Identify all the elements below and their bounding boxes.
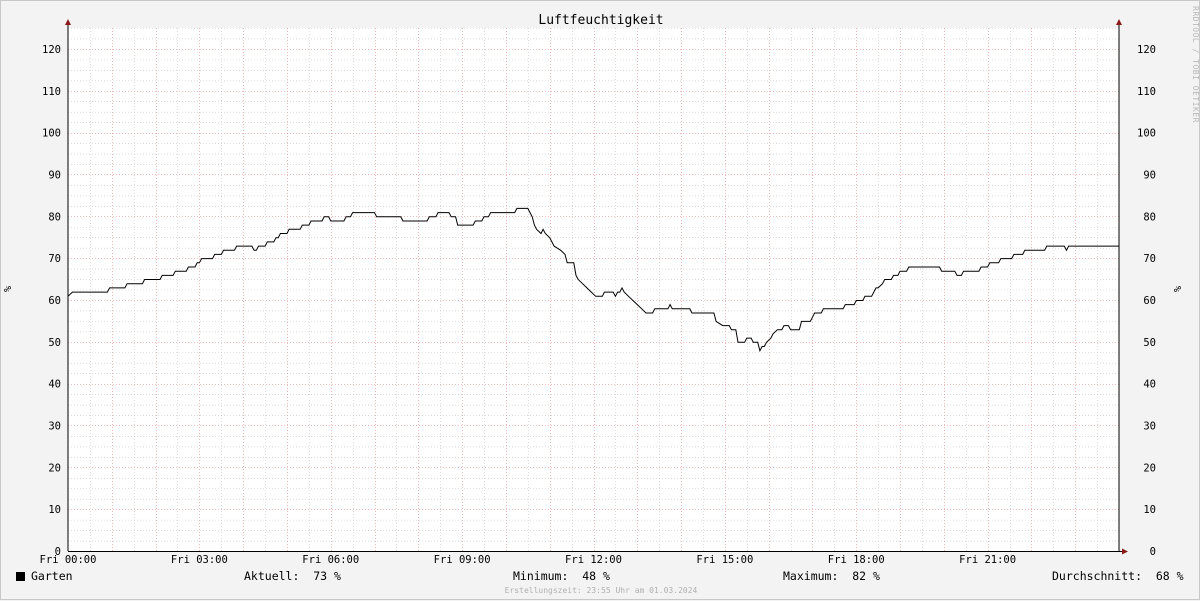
x-tick-label: Fri 03:00: [171, 554, 228, 566]
y-tick-label-right: 0: [1150, 546, 1156, 558]
chart-title: Luftfeuchtigkeit: [538, 13, 663, 28]
x-tick-label: Fri 18:00: [828, 554, 885, 566]
y-tick-label-left: 80: [48, 211, 61, 223]
y-axis-label-left: %: [3, 286, 14, 292]
y-tick-label-left: 10: [48, 504, 61, 516]
y-axis-label-right: %: [1173, 286, 1184, 292]
x-tick-label: Fri 21:00: [959, 554, 1016, 566]
y-tick-label-right: 100: [1137, 128, 1156, 140]
y-tick-label-left: 60: [48, 295, 61, 307]
x-tick-label: Fri 12:00: [565, 554, 622, 566]
y-tick-label-left: 30: [48, 420, 61, 432]
legend-durchschnitt: Durchschnitt: 68 %: [1052, 569, 1184, 583]
plot-area: [68, 28, 1119, 551]
y-tick-label-left: 100: [42, 128, 61, 140]
creation-time-footer: Erstellungszeit: 23:55 Uhr am 01.03.2024: [504, 586, 698, 595]
maximum-label: Maximum:: [783, 569, 839, 583]
y-tick-label-right: 80: [1143, 211, 1156, 223]
x-tick-label: Fri 09:00: [434, 554, 491, 566]
aktuell-value: 73 %: [313, 569, 341, 583]
durchschnitt-label: Durchschnitt:: [1052, 569, 1143, 583]
x-axis-arrow: [1122, 548, 1128, 555]
y-tick-label-right: 110: [1137, 86, 1156, 98]
y-tick-label-left: 20: [48, 462, 61, 474]
y-axis-left-arrow: [65, 19, 71, 25]
y-tick-label-right: 30: [1143, 420, 1156, 432]
x-tick-label: Fri 15:00: [696, 554, 753, 566]
chart-frame: 0 0 10 10 20 20 30 30 40 40 50 50 60 60 70 70 80 80 90 90 10…: [0, 0, 1200, 600]
legend-series: Garten: [16, 569, 73, 583]
y-tick-label-left: 70: [48, 253, 61, 265]
y-tick-label-left: 110: [42, 86, 61, 98]
durchschnitt-value: 68 %: [1155, 569, 1184, 583]
rrdtool-watermark: RRDTOOL / TOBI OETIKER: [1191, 6, 1200, 123]
y-tick-label-right: 50: [1143, 337, 1156, 349]
y-tick-label-right: 10: [1143, 504, 1156, 516]
chart-svg: 0 010 1020 2030 3040 4050 5060 6070 7080 8090 9010…: [3, 13, 1184, 566]
y-tick-label-right: 20: [1143, 462, 1156, 474]
legend-minimum: Minimum: 48 %: [513, 569, 610, 583]
x-tick-label: Fri 06:00: [302, 554, 359, 566]
legend-series-name: Garten: [31, 569, 73, 583]
aktuell-label: Aktuell:: [244, 569, 300, 583]
legend-maximum: Maximum: 82 %: [783, 569, 880, 583]
y-axis-right-arrow: [1116, 19, 1122, 25]
x-tick-label: Fri 00:00: [40, 554, 97, 566]
y-tick-label-left: 120: [42, 44, 61, 56]
y-tick-label-left: 50: [48, 337, 61, 349]
y-tick-label-left: 40: [48, 379, 61, 391]
legend-swatch: [16, 572, 25, 581]
y-tick-label-left: 90: [48, 169, 61, 181]
maximum-value: 82 %: [852, 569, 880, 583]
y-tick-label-right: 60: [1143, 295, 1156, 307]
legend-aktuell: Aktuell: 73 %: [244, 569, 341, 583]
minimum-value: 48 %: [582, 569, 610, 583]
y-tick-label-right: 120: [1137, 44, 1156, 56]
y-tick-label-right: 40: [1143, 379, 1156, 391]
y-tick-label-right: 90: [1143, 169, 1156, 181]
y-tick-label-right: 70: [1143, 253, 1156, 265]
minimum-label: Minimum:: [513, 569, 569, 583]
